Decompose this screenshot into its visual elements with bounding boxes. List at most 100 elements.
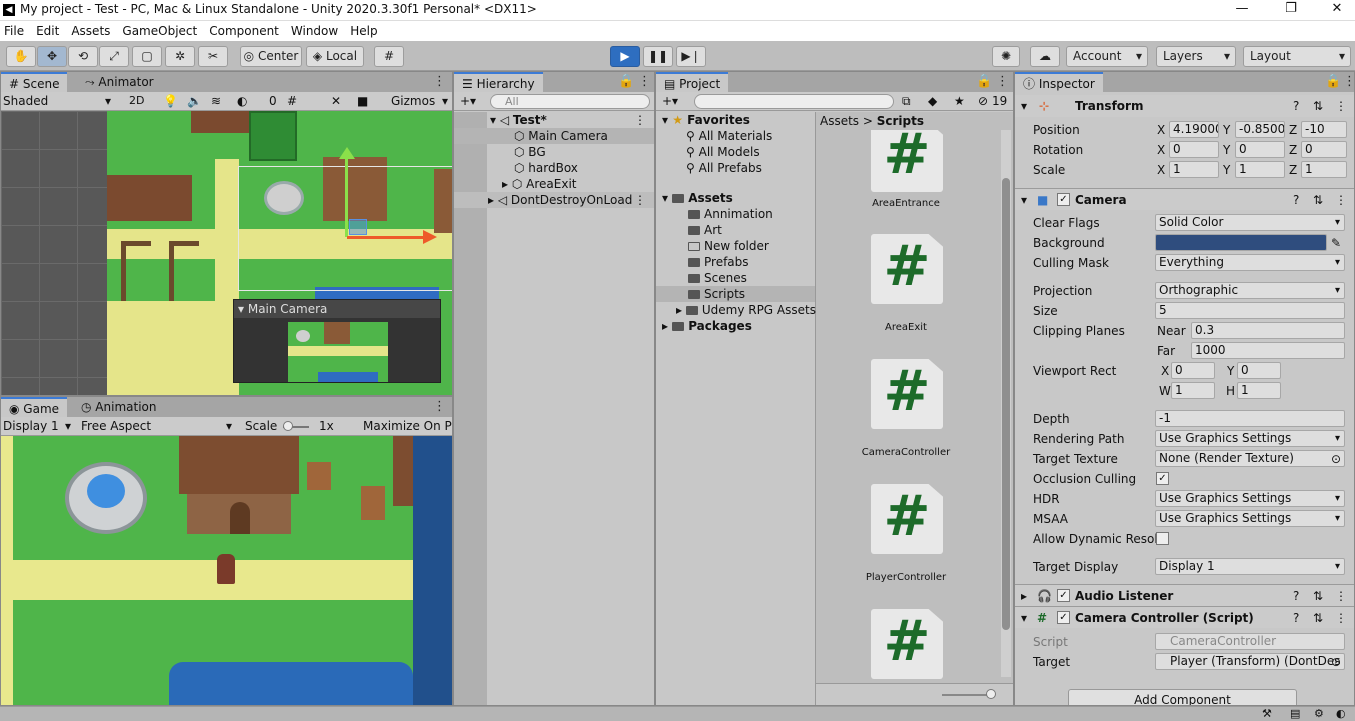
hierarchy-item-dontdestroyonload[interactable]: ▸ ◁ DontDestroyOnLoad ⋮ [454,192,654,208]
debug-icon[interactable]: ⚙ [1314,707,1324,720]
tab-inspector[interactable]: ⓘ Inspector [1015,72,1103,92]
label-icon[interactable]: ◆ [928,94,937,108]
msaa-dropdown[interactable]: Use Graphics Settings [1155,510,1345,527]
move-gizmo-y-arrow[interactable] [339,147,355,159]
size-field[interactable]: 5 [1155,302,1345,319]
panel-menu-icon[interactable]: ⋮ [1343,74,1354,89]
add-icon[interactable]: +▾ [460,94,476,108]
tab-hierarchy[interactable]: ☰ Hierarchy [454,72,543,92]
add-icon[interactable]: +▾ [662,94,678,108]
panel-menu-icon[interactable]: ⋮ [638,74,651,89]
cache-icon[interactable]: ▤ [1290,707,1300,720]
scrollbar[interactable] [1001,130,1011,677]
object-picker-icon[interactable]: ⊙ [1331,450,1341,468]
transform-tool-icon[interactable]: ✲ [165,46,195,67]
tab-animation[interactable]: ◷ Animation [73,397,164,417]
gizmos-dropdown[interactable]: Gizmos [391,94,435,108]
folder-udemy-rpg-assets[interactable]: ▸ Udemy RPG Assets [676,302,816,318]
hierarchy-item-bg[interactable]: ⬡ BG [454,144,654,160]
minimize-button[interactable]: — [1219,0,1265,20]
viewport-w-field[interactable]: 1 [1171,382,1215,399]
game-viewport[interactable] [1,436,452,705]
step-button[interactable]: ▶❘ [676,46,706,67]
preset-icon[interactable]: ⇅ [1313,585,1323,607]
hierarchy-search-input[interactable]: All [490,94,650,109]
scale-slider-handle[interactable] [283,421,293,431]
camera-icon[interactable]: ■ [357,94,368,108]
hand-tool-icon[interactable]: ✋ [6,46,36,67]
menu-window[interactable]: Window [291,21,338,41]
help-icon[interactable]: ? [1293,607,1299,629]
lighting-icon[interactable]: 💡 [163,94,178,108]
audio-listener-enabled-checkbox[interactable]: ✓ [1057,589,1070,602]
menu-help[interactable]: Help [350,21,377,41]
breadcrumb-assets[interactable]: Assets [820,114,859,128]
transform-header[interactable]: ▾ ⊹ Transform ? ⇅ ⋮ [1015,95,1354,117]
lock-icon[interactable]: 🔒 [976,74,992,89]
projection-dropdown[interactable]: Orthographic [1155,282,1345,299]
space-local-button[interactable]: ◈ Local [306,46,364,67]
folder-new-folder[interactable]: New folder [688,238,769,254]
component-menu-icon[interactable]: ⋮ [1335,607,1347,629]
tab-animator[interactable]: ⤳ Animator [77,72,162,92]
visibility-icon[interactable]: ◐ [237,94,247,108]
tools-icon[interactable]: ✕ [331,94,341,108]
menu-gameobject[interactable]: GameObject [122,21,197,41]
audio-listener-header[interactable]: ▸ 🎧 ✓ Audio Listener ? ⇅ ⋮ [1015,584,1354,606]
display-dropdown[interactable]: Display 1 [3,419,59,433]
panel-menu-icon[interactable]: ⋮ [433,399,446,414]
script-asset-areaexit[interactable]: # [871,234,943,304]
scene-root[interactable]: ▾ ◁ Test* ⋮ [454,112,654,128]
scene-viewport[interactable]: ▾ Main Camera [1,111,452,395]
camera-controller-header[interactable]: ▾ # ✓ Camera Controller (Script) ? ⇅ ⋮ [1015,606,1354,628]
viewport-h-field[interactable]: 1 [1237,382,1281,399]
script-asset-playercontroller[interactable]: # [871,484,943,554]
rotate-tool-icon[interactable]: ⟲ [68,46,98,67]
pivot-center-button[interactable]: ◎ Center [240,46,302,67]
cloud-icon[interactable]: ☁ [1030,46,1060,67]
icon-size-slider-handle[interactable] [986,689,996,699]
icon-size-slider[interactable] [942,694,992,696]
hidden-packages-icon[interactable]: ⊘ [978,94,988,108]
rotation-y-field[interactable]: 0 [1235,141,1285,158]
eyedropper-icon[interactable]: ✎ [1331,234,1341,252]
folder-annimation[interactable]: Annimation [688,206,773,222]
preset-icon[interactable]: ⇅ [1313,607,1323,629]
hierarchy-item-areaexit[interactable]: ▸ ⬡ AreaExit [454,176,654,192]
aspect-dropdown[interactable]: Free Aspect [81,419,151,433]
rect-tool-icon[interactable]: ▢ [132,46,162,67]
folder-art[interactable]: Art [688,222,722,238]
hierarchy-item-hardbox[interactable]: ⬡ hardBox [454,160,654,176]
favorite-all-models[interactable]: ⚲ All Models [686,144,760,160]
preset-icon[interactable]: ⇅ [1313,189,1323,211]
panel-menu-icon[interactable]: ⋮ [996,74,1009,89]
tab-project[interactable]: ▤ Project [656,72,729,92]
tab-game[interactable]: ◉ Game [1,397,68,417]
favorite-icon[interactable]: ★ [954,94,965,108]
camera-enabled-checkbox[interactable]: ✓ [1057,193,1070,206]
auto-generate-icon[interactable]: ◐ [1336,707,1346,720]
help-icon[interactable]: ? [1293,585,1299,607]
position-y-field[interactable]: -0.8500 [1235,121,1285,138]
lock-icon[interactable]: 🔒 [618,74,634,89]
maximize-button[interactable]: ❐ [1268,0,1314,20]
folder-scripts[interactable]: Scripts [656,286,815,302]
scene-menu-icon[interactable]: ⋮ [634,112,646,128]
project-search-input[interactable] [694,94,894,109]
position-x-field[interactable]: 4.19000 [1169,121,1219,138]
shading-mode-dropdown[interactable]: Shaded [3,94,48,108]
object-picker-icon[interactable]: ⊙ [1331,653,1341,671]
clear-flags-dropdown[interactable]: Solid Color [1155,214,1345,231]
scale-tool-icon[interactable]: ⤢ [99,46,129,67]
assets-root[interactable]: ▾ Assets [662,190,733,206]
collab-icon[interactable]: ✺ [992,46,1020,67]
close-button[interactable]: ✕ [1314,0,1355,20]
hdr-dropdown[interactable]: Use Graphics Settings [1155,490,1345,507]
culling-mask-dropdown[interactable]: Everything [1155,254,1345,271]
menu-file[interactable]: File [4,21,24,41]
panel-menu-icon[interactable]: ⋮ [433,74,446,89]
near-field[interactable]: 0.3 [1191,322,1345,339]
folder-scenes[interactable]: Scenes [688,270,747,286]
audio-icon[interactable]: 🔈 [187,94,202,108]
camera-header[interactable]: ▾ ■ ✓ Camera ? ⇅ ⋮ [1015,188,1354,210]
